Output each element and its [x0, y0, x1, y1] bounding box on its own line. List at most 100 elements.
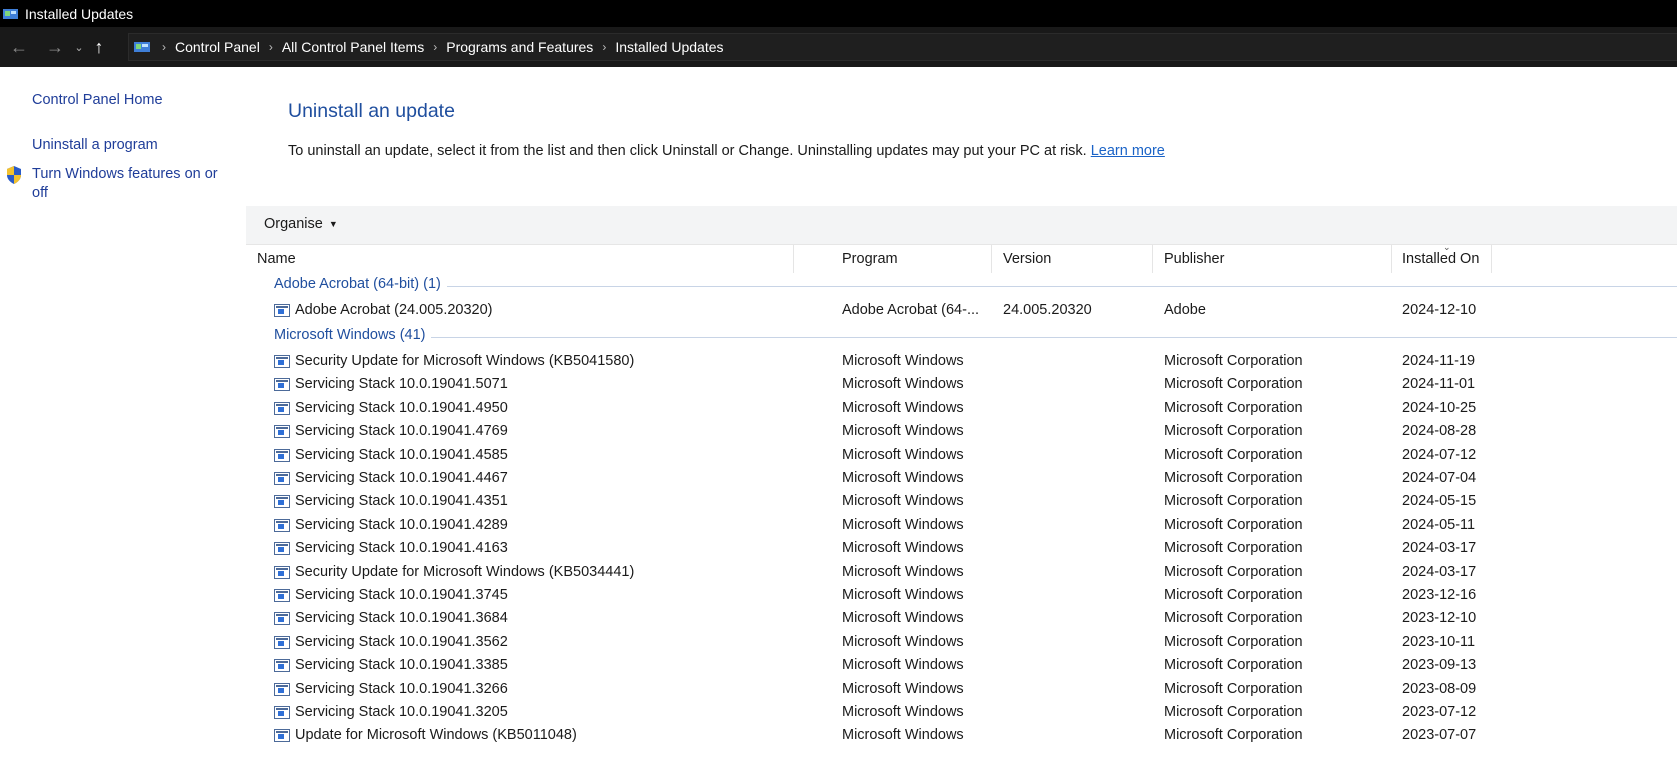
- control-panel-home-link[interactable]: Control Panel Home: [32, 91, 163, 110]
- up-button[interactable]: ↑: [89, 32, 109, 62]
- cell-program: Microsoft Windows: [842, 446, 964, 463]
- recent-locations-button[interactable]: ⌄: [69, 32, 89, 62]
- breadcrumb-control-panel[interactable]: Control Panel: [175, 39, 260, 55]
- table-row[interactable]: Security Update for Microsoft Windows (K…: [246, 560, 1677, 585]
- cell-program: Microsoft Windows: [842, 516, 964, 533]
- chevron-right-icon[interactable]: ›: [269, 40, 273, 54]
- table-row[interactable]: Servicing Stack 10.0.19041.3266 Microsoft…: [246, 677, 1677, 702]
- cell-program: Microsoft Windows: [842, 727, 964, 744]
- update-icon: [274, 448, 290, 462]
- group-header[interactable]: Microsoft Windows (41): [246, 324, 1677, 349]
- cell-name: Security Update for Microsoft Windows (K…: [295, 563, 635, 580]
- group-divider: [274, 286, 1677, 287]
- organise-label: Organise: [264, 216, 323, 232]
- table-row[interactable]: Servicing Stack 10.0.19041.5071 Microsoft…: [246, 372, 1677, 397]
- cell-installed-on: 2024-11-01: [1402, 376, 1476, 393]
- cell-publisher: Adobe: [1164, 302, 1206, 318]
- cell-name: Servicing Stack 10.0.19041.4351: [295, 493, 508, 510]
- table-row[interactable]: Servicing Stack 10.0.19041.4467 Microsoft…: [246, 466, 1677, 491]
- uninstall-program-link[interactable]: Uninstall a program: [32, 136, 158, 155]
- arrow-left-icon: ←: [10, 36, 28, 57]
- cell-installed-on: 2024-07-12: [1402, 446, 1477, 463]
- table-row[interactable]: Adobe Acrobat (24.005.20320) Adobe Acroba…: [246, 298, 1677, 323]
- update-icon: [274, 495, 290, 509]
- cell-installed-on: 2024-05-15: [1402, 493, 1477, 510]
- cell-installed-on: 2024-05-11: [1402, 516, 1476, 533]
- address-bar[interactable]: › Control Panel › All Control Panel Item…: [128, 33, 1677, 61]
- update-icon: [274, 612, 290, 626]
- group-header[interactable]: Adobe Acrobat (64-bit) (1): [246, 273, 1677, 298]
- cell-name: Servicing Stack 10.0.19041.3684: [295, 610, 508, 627]
- cell-name: Servicing Stack 10.0.19041.3205: [295, 704, 508, 720]
- breadcrumb-installed-updates[interactable]: Installed Updates: [615, 39, 723, 55]
- table-row[interactable]: Servicing Stack 10.0.19041.3562 Microsoft…: [246, 630, 1677, 655]
- cell-installed-on: 2023-12-16: [1402, 587, 1477, 603]
- cell-program: Microsoft Windows: [842, 376, 964, 393]
- cell-publisher: Microsoft Corporation: [1164, 470, 1303, 486]
- windows-features-link[interactable]: Turn Windows features on or off: [32, 165, 232, 203]
- control-panel-icon: [2, 7, 20, 21]
- update-icon: [274, 401, 290, 415]
- cell-name: Servicing Stack 10.0.19041.4467: [295, 470, 508, 486]
- column-divider[interactable]: [1491, 245, 1492, 273]
- cell-program: Microsoft Windows: [842, 633, 964, 650]
- table-row[interactable]: Security Update for Microsoft Windows (K…: [246, 349, 1677, 374]
- chevron-right-icon[interactable]: ›: [162, 40, 166, 54]
- cell-installed-on: 2023-07-07: [1402, 727, 1477, 744]
- update-icon: [274, 659, 290, 673]
- chevron-right-icon[interactable]: ›: [433, 40, 437, 54]
- table-row[interactable]: Servicing Stack 10.0.19041.4950 Microsoft…: [246, 396, 1677, 421]
- table-row[interactable]: Servicing Stack 10.0.19041.3684 Microsoft…: [246, 606, 1677, 631]
- table-row[interactable]: Servicing Stack 10.0.19041.3745 Microsoft…: [246, 583, 1677, 608]
- main-content: Uninstall an update To uninstall an upda…: [246, 67, 1677, 771]
- cell-name: Update for Microsoft Windows (KB5011048): [295, 727, 577, 744]
- cell-program: Microsoft Windows: [842, 540, 964, 557]
- table-row[interactable]: Servicing Stack 10.0.19041.4289 Microsoft…: [246, 513, 1677, 538]
- column-header-installed-on[interactable]: Installed On: [1391, 245, 1491, 273]
- cell-program: Microsoft Windows: [842, 704, 964, 720]
- breadcrumb-programs-features[interactable]: Programs and Features: [446, 39, 593, 55]
- breadcrumb-all-items[interactable]: All Control Panel Items: [282, 39, 424, 55]
- control-panel-icon: [133, 40, 153, 54]
- organise-button[interactable]: Organise ▼: [264, 216, 338, 232]
- update-icon: [274, 706, 290, 719]
- cell-name: Servicing Stack 10.0.19041.3266: [295, 680, 508, 697]
- column-header-publisher[interactable]: Publisher: [1153, 245, 1391, 273]
- column-header-version[interactable]: Version: [992, 245, 1152, 273]
- sidebar: Control Panel Home Uninstall a program T…: [0, 67, 246, 771]
- chevron-right-icon[interactable]: ›: [602, 40, 606, 54]
- title-bar: Installed Updates: [0, 0, 1677, 27]
- table-row[interactable]: Servicing Stack 10.0.19041.3385 Microsoft…: [246, 653, 1677, 678]
- cell-publisher: Microsoft Corporation: [1164, 680, 1303, 697]
- update-icon: [274, 565, 290, 579]
- column-header-program[interactable]: Program: [831, 245, 991, 273]
- cell-name: Servicing Stack 10.0.19041.4950: [295, 399, 508, 416]
- forward-button[interactable]: →: [41, 32, 69, 62]
- cell-program: Microsoft Windows: [842, 399, 964, 416]
- update-icon: [274, 589, 290, 602]
- caret-down-icon: ▼: [328, 219, 338, 229]
- table-row[interactable]: Servicing Stack 10.0.19041.4585 Microsoft…: [246, 443, 1677, 468]
- column-header-name[interactable]: Name: [246, 245, 793, 273]
- cell-name: Servicing Stack 10.0.19041.4163: [295, 540, 508, 557]
- uac-shield-icon: [5, 165, 23, 185]
- cell-publisher: Microsoft Corporation: [1164, 376, 1303, 393]
- window-title: Installed Updates: [25, 5, 134, 22]
- cell-program: Microsoft Windows: [842, 657, 964, 674]
- cell-name: Security Update for Microsoft Windows (K…: [295, 353, 635, 369]
- back-button[interactable]: ←: [5, 32, 33, 62]
- table-row[interactable]: Servicing Stack 10.0.19041.4351 Microsoft…: [246, 489, 1677, 514]
- update-icon: [274, 518, 290, 532]
- cell-publisher: Microsoft Corporation: [1164, 587, 1303, 603]
- column-divider[interactable]: [793, 245, 794, 273]
- learn-more-link[interactable]: Learn more: [1091, 143, 1165, 159]
- table-row[interactable]: Servicing Stack 10.0.19041.3205 Microsoft…: [246, 700, 1677, 725]
- page-description: To uninstall an update, select it from t…: [288, 143, 1165, 159]
- cell-installed-on: 2023-08-09: [1402, 680, 1477, 697]
- table-row[interactable]: Servicing Stack 10.0.19041.4163 Microsoft…: [246, 536, 1677, 561]
- cell-program: Microsoft Windows: [842, 493, 964, 510]
- table-row[interactable]: Servicing Stack 10.0.19041.4769 Microsoft…: [246, 419, 1677, 444]
- table-row[interactable]: Update for Microsoft Windows (KB5011048)…: [246, 723, 1677, 748]
- group-label: Microsoft Windows (41): [274, 327, 432, 343]
- navigation-bar: ← → ⌄ ↑ › Control Panel › All Control Pa…: [0, 27, 1677, 67]
